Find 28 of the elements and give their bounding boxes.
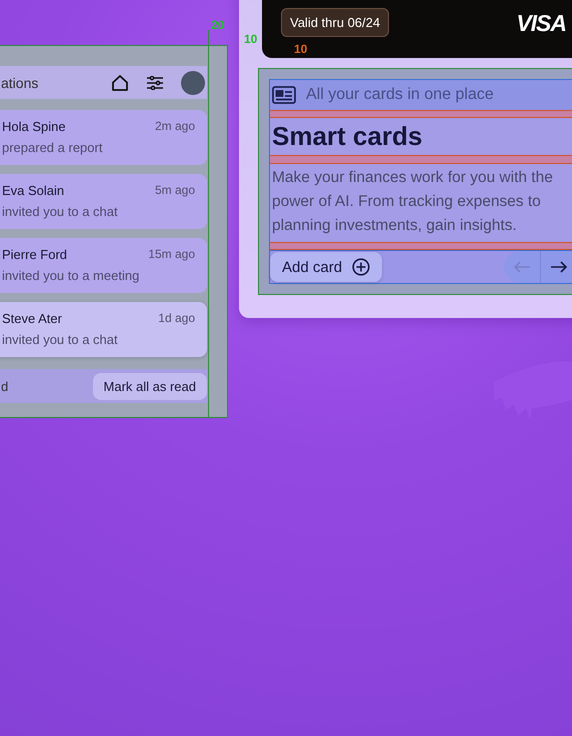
notification-text: invited you to a chat xyxy=(2,204,119,220)
spacing-label: 10 xyxy=(244,32,258,46)
time-label: 15m ago xyxy=(148,247,195,263)
validity-badge: Valid thru 06/24 xyxy=(281,8,390,37)
spacing-label: 10 xyxy=(294,42,308,56)
notification-item[interactable]: Hola Spine 2m ago prepared a report xyxy=(0,110,207,165)
card-description: Make your finances work for you with the power of AI. From tracking expenses to planning investments, gain insights. xyxy=(271,168,554,236)
sender-name: Eva Solain xyxy=(2,183,66,200)
notification-text: invited you to a chat xyxy=(2,332,119,348)
tagline: All your cards in one place xyxy=(306,86,494,104)
sender-name: Pierre Ford xyxy=(2,247,68,264)
mark-all-read-button[interactable]: Mark all as read xyxy=(92,372,207,400)
notification-item[interactable]: Eva Solain 5m ago invited you to a chat xyxy=(0,174,207,229)
card-title: Smart cards xyxy=(271,120,424,154)
time-label: 1d ago xyxy=(158,311,195,327)
card-brand-logo: VISA xyxy=(516,10,566,37)
notification-text: invited you to a meeting xyxy=(2,268,140,284)
notification-item[interactable]: Steve Ater 1d ago invited you to a chat xyxy=(0,302,207,357)
footer-text: d xyxy=(1,378,8,394)
time-label: 2m ago xyxy=(154,119,195,135)
sender-name: Steve Ater xyxy=(2,311,63,328)
spacing-label: 20 xyxy=(211,18,224,32)
add-card-button[interactable]: Add card xyxy=(270,252,382,282)
panel-title: ations xyxy=(1,74,40,90)
notification-text: prepared a report xyxy=(2,140,104,156)
time-label: 5m ago xyxy=(154,183,195,199)
sender-name: Hola Spine xyxy=(2,119,67,136)
notification-item[interactable]: Pierre Ford 15m ago invited you to a meeting xyxy=(0,238,207,293)
